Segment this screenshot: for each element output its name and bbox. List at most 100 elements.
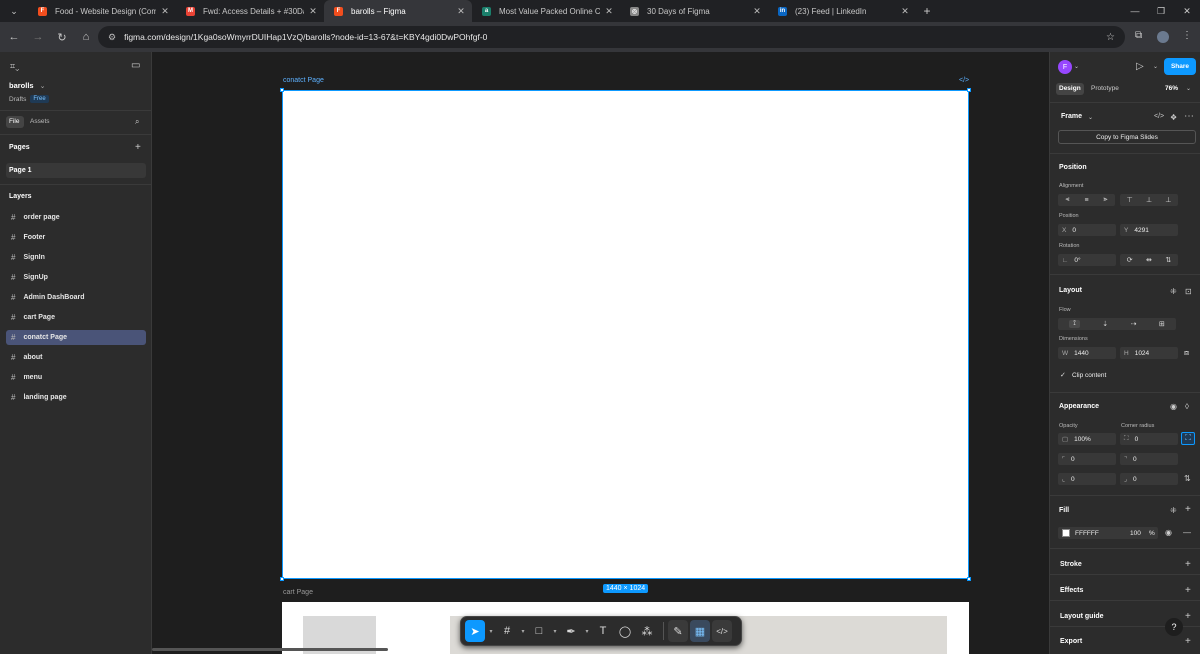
design-mode-icon[interactable]: ▦ xyxy=(690,620,710,642)
chevron-down-icon[interactable]: ⌄ xyxy=(1088,114,1093,121)
dev-mode-icon[interactable]: </> xyxy=(959,77,969,84)
flip-horizontal-icon[interactable]: ⇹ xyxy=(1146,256,1152,264)
frame-label[interactable]: conatct Page xyxy=(283,77,324,84)
resize-handle[interactable] xyxy=(967,577,971,581)
browser-tab[interactable]: ◎ 30 Days of Figma ✕ xyxy=(620,0,768,22)
fill-color-input[interactable]: FFFFFF 100 % xyxy=(1058,527,1158,539)
profile-avatar[interactable] xyxy=(1157,31,1169,43)
corner-tl-input[interactable]: ⌜ 0 xyxy=(1058,453,1116,465)
close-tab-icon[interactable]: ✕ xyxy=(160,6,170,17)
browser-tab[interactable]: F Food - Website Design (Comm ✕ xyxy=(28,0,176,22)
add-layout-guide-icon[interactable]: + xyxy=(1185,611,1191,622)
layer-item[interactable]: # landing page xyxy=(6,390,146,405)
tab-design[interactable]: Design xyxy=(1059,85,1081,92)
site-settings-icon[interactable]: ⚙ xyxy=(108,32,116,43)
resize-handle[interactable] xyxy=(280,577,284,581)
eye-icon[interactable]: ◉ xyxy=(1170,402,1177,411)
page-item[interactable]: Page 1 xyxy=(6,163,146,178)
code-icon[interactable]: </> xyxy=(1154,113,1164,120)
add-stroke-icon[interactable]: + xyxy=(1185,559,1191,570)
next-frame-label[interactable]: cart Page xyxy=(283,589,313,596)
chevron-down-icon[interactable]: ▾ xyxy=(487,620,495,642)
layer-item[interactable]: # menu xyxy=(6,370,146,385)
actions-tool-icon[interactable]: ⁂ xyxy=(637,620,657,642)
resize-handle[interactable] xyxy=(967,88,971,92)
close-tab-icon[interactable]: ✕ xyxy=(308,6,318,17)
frame-title[interactable]: Frame xyxy=(1061,113,1082,120)
height-input[interactable]: H 1024 xyxy=(1120,347,1178,359)
file-name[interactable]: barolls xyxy=(9,81,34,90)
layer-item[interactable]: # Footer xyxy=(6,230,146,245)
x-input[interactable]: X0 xyxy=(1058,224,1116,236)
browser-tab[interactable]: M Fwd: Access Details + #30Days ✕ xyxy=(176,0,324,22)
forward-icon[interactable]: → xyxy=(26,31,50,43)
back-icon[interactable]: ← xyxy=(2,31,26,43)
new-tab-icon[interactable]: + xyxy=(916,4,938,18)
y-input[interactable]: Y 4291 xyxy=(1120,224,1178,236)
chevron-down-icon[interactable]: ▾ xyxy=(519,620,527,642)
dev-mode-toggle-icon[interactable]: </> xyxy=(712,620,732,642)
corner-smoothing-icon[interactable]: ⇅ xyxy=(1184,474,1191,483)
tab-file[interactable]: File xyxy=(9,118,19,125)
blend-mode-icon[interactable]: ◊ xyxy=(1185,402,1189,411)
corner-tr-input[interactable]: ⌝ 0 xyxy=(1120,453,1178,465)
flow-grid-icon[interactable]: ⊞ xyxy=(1159,320,1165,328)
close-tab-icon[interactable]: ✕ xyxy=(900,6,910,17)
canvas[interactable]: conatct Page </> 1440 × 1024 cart Page ➤… xyxy=(152,52,1049,654)
pen-tool-icon[interactable]: ✒ xyxy=(561,620,581,642)
rotation-input[interactable]: ∟ 0° xyxy=(1058,254,1116,266)
layer-item[interactable]: # conatct Page xyxy=(6,330,146,345)
zoom-level[interactable]: 76% xyxy=(1165,85,1178,92)
resize-to-fit-icon[interactable]: ⧈ xyxy=(1184,348,1189,358)
layer-item[interactable]: # Admin DashBoard xyxy=(6,290,146,305)
remove-fill-icon[interactable]: — xyxy=(1183,528,1191,537)
corner-radius-input[interactable]: ⛶ 0 xyxy=(1120,433,1178,445)
tab-prototype[interactable]: Prototype xyxy=(1091,85,1119,92)
styles-icon[interactable]: ⁜ xyxy=(1170,506,1177,515)
component-icon[interactable]: ❖ xyxy=(1170,113,1177,122)
minimize-icon[interactable]: — xyxy=(1122,0,1148,22)
text-tool-icon[interactable]: T xyxy=(593,620,613,642)
clip-content-checkbox[interactable]: ✓ xyxy=(1060,371,1066,379)
align-middle-icon[interactable]: ⊥ xyxy=(1146,196,1152,204)
horizontal-scrollbar[interactable] xyxy=(152,648,388,651)
resize-handle[interactable] xyxy=(280,88,284,92)
chevron-down-icon[interactable]: ⌄ xyxy=(1153,63,1158,70)
align-left-icon[interactable]: ⫷ xyxy=(1066,196,1070,204)
flow-vertical-icon[interactable]: ⇣ xyxy=(1102,320,1108,328)
add-export-icon[interactable]: + xyxy=(1185,636,1191,647)
browser-tab[interactable]: Fbarolls – Figma ✕ xyxy=(324,0,472,22)
browser-tab[interactable]: in (23) Feed | LinkedIn ✕ xyxy=(768,0,916,22)
copy-to-slides-button[interactable]: Copy to Figma Slides xyxy=(1058,130,1196,144)
browser-menu-icon[interactable]: ⋮ xyxy=(1182,30,1192,41)
figma-main-menu-icon[interactable]: ⌗⌄ xyxy=(10,61,19,72)
restore-icon[interactable]: ❐ xyxy=(1148,0,1174,22)
layer-item[interactable]: # order page xyxy=(6,210,146,225)
close-tab-icon[interactable]: ✕ xyxy=(604,6,614,17)
width-input[interactable]: W 1440 xyxy=(1058,347,1116,359)
chevron-down-icon[interactable]: ⌄ xyxy=(40,82,46,90)
avatar[interactable]: F xyxy=(1058,60,1072,74)
browser-tab[interactable]: a Most Value Packed Online Cou ✕ xyxy=(472,0,620,22)
align-top-icon[interactable]: ⊤ xyxy=(1127,196,1133,204)
chevron-down-icon[interactable]: ▾ xyxy=(583,620,591,642)
frame-tool-icon[interactable]: # xyxy=(497,620,517,642)
flow-freeform-icon[interactable]: ⟟ xyxy=(1069,320,1080,328)
add-page-icon[interactable]: + xyxy=(135,142,141,153)
layer-item[interactable]: # SignUp xyxy=(6,270,146,285)
file-location[interactable]: Drafts xyxy=(9,96,26,103)
close-tab-icon[interactable]: ✕ xyxy=(456,6,466,17)
reload-icon[interactable]: ↻ xyxy=(50,31,74,44)
flip-vertical-icon[interactable]: ⇅ xyxy=(1165,256,1171,264)
align-right-icon[interactable]: ⫸ xyxy=(1104,196,1108,204)
color-swatch[interactable] xyxy=(1062,529,1070,537)
independent-corners-icon[interactable]: ⛶ xyxy=(1181,432,1195,445)
move-tool-icon[interactable]: ➤ xyxy=(465,620,485,642)
comment-tool-icon[interactable]: ◯ xyxy=(615,620,635,642)
align-center-h-icon[interactable]: ≡ xyxy=(1084,197,1088,204)
align-bottom-icon[interactable]: ⊥ xyxy=(1165,196,1171,204)
share-button[interactable]: Share xyxy=(1164,58,1196,75)
opacity-input[interactable]: ▢ 100% xyxy=(1058,433,1116,445)
url-field[interactable]: ⚙ figma.com/design/1Kga0soWmyrrDUIHap1Vz… xyxy=(98,26,1125,48)
present-icon[interactable]: ▷ xyxy=(1136,61,1144,72)
